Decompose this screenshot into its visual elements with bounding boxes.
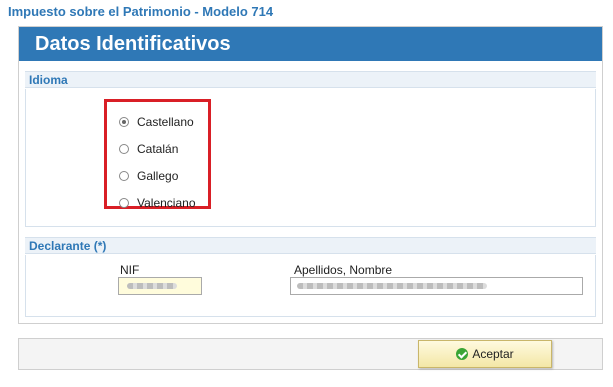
idioma-section-body: Castellano Catalán Gallego Valenciano	[25, 89, 596, 227]
radio-label: Castellano	[137, 114, 194, 129]
name-label: Apellidos, Nombre	[294, 263, 393, 277]
nif-field[interactable]	[118, 277, 202, 295]
radio-option-castellano[interactable]: Castellano	[119, 108, 208, 135]
name-field[interactable]	[290, 277, 583, 295]
page-title: Datos Identificativos	[19, 27, 602, 61]
radio-option-catalan[interactable]: Catalán	[119, 135, 208, 162]
declarante-section-header: Declarante (*)	[25, 237, 596, 254]
app-title: Impuesto sobre el Patrimonio - Modelo 71…	[8, 4, 274, 19]
accept-label: Aceptar	[472, 347, 514, 361]
radio-label: Catalán	[137, 141, 179, 156]
radio-label: Gallego	[137, 168, 179, 183]
idioma-section-header: Idioma	[25, 71, 596, 88]
language-radio-group: Castellano Catalán Gallego Valenciano	[104, 99, 211, 210]
radio-unchecked-icon[interactable]	[119, 143, 129, 154]
radio-option-valenciano[interactable]: Valenciano	[119, 189, 208, 216]
radio-option-gallego[interactable]: Gallego	[119, 162, 208, 189]
radio-label: Valenciano	[137, 195, 196, 210]
declarante-section-body: NIF Apellidos, Nombre	[25, 255, 596, 317]
accept-button[interactable]: Aceptar	[418, 340, 552, 368]
radio-unchecked-icon[interactable]	[119, 197, 129, 208]
redacted-value	[297, 283, 487, 289]
main-panel: Datos Identificativos Idioma Castellano …	[18, 26, 603, 324]
nif-label: NIF	[120, 263, 140, 277]
redacted-value	[127, 283, 177, 289]
radio-unchecked-icon[interactable]	[119, 170, 129, 181]
radio-checked-icon[interactable]	[119, 116, 129, 127]
check-icon	[456, 348, 469, 360]
